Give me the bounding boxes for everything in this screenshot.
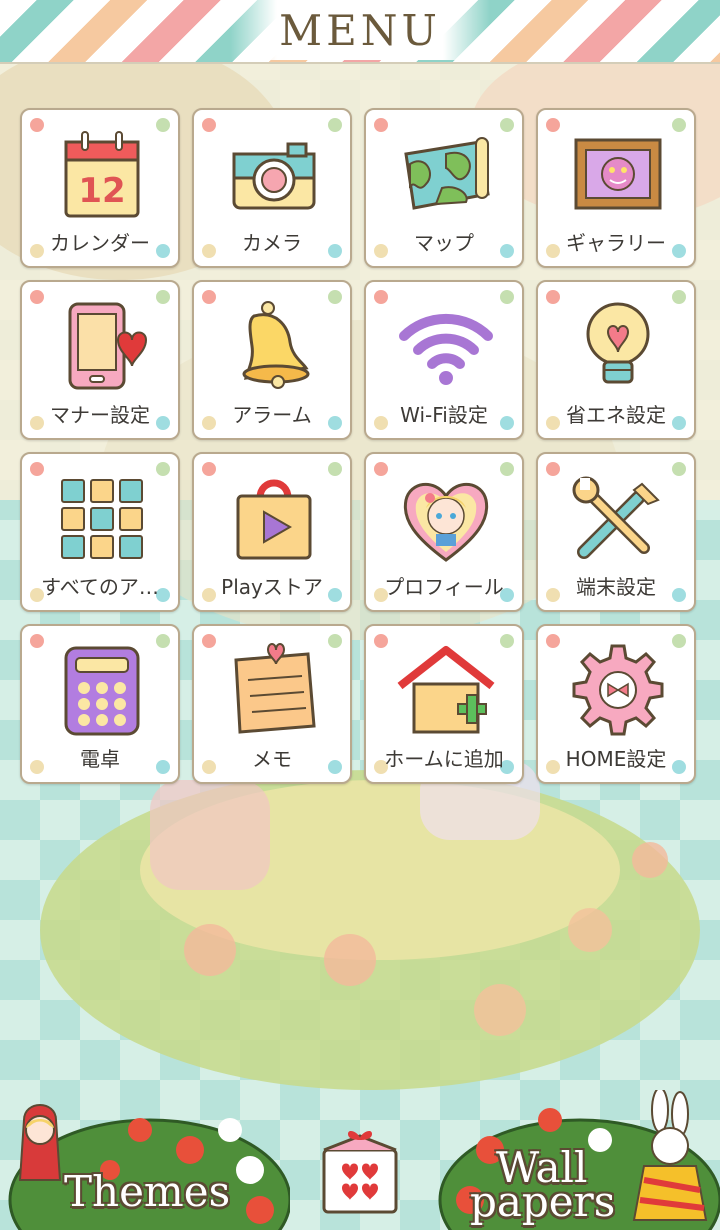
app-tile-gallery[interactable]: ギャラリー (536, 108, 696, 268)
decor-dot (30, 462, 44, 476)
app-label: メモ (252, 747, 292, 771)
decor-dot (202, 290, 216, 304)
app-label: Wi-Fi設定 (400, 403, 488, 427)
decor-dot (546, 634, 560, 648)
profile-icon (403, 482, 489, 562)
decor-dot (546, 462, 560, 476)
decor-dot (374, 634, 388, 648)
app-label: 電卓 (80, 747, 120, 771)
wifi-icon (399, 313, 493, 385)
decor-dot (374, 290, 388, 304)
app-tile-power-saving[interactable]: 省エネ設定 (536, 280, 696, 440)
decor-dot (30, 118, 44, 132)
app-label: マナー設定 (50, 403, 150, 427)
app-label: ホームに追加 (384, 747, 504, 771)
manner-mode-icon (68, 302, 148, 390)
home-settings-gear-icon (572, 644, 664, 736)
app-tile-calendar[interactable]: 12 カレンダー (20, 108, 180, 268)
decor-dot (546, 118, 560, 132)
app-tile-all-apps[interactable]: すべてのア… (20, 452, 180, 612)
calendar-icon: 12 (64, 131, 140, 218)
bottom-bar: Themes Wall papers (0, 1090, 720, 1230)
app-tile-home-settings[interactable]: HOME設定 (536, 624, 696, 784)
app-label: アラーム (232, 403, 312, 427)
header-title-plate: MENU (230, 0, 490, 60)
decor-dot (156, 290, 170, 304)
app-label: Playストア (221, 575, 323, 599)
app-grid-icon (61, 479, 143, 559)
decor-dot (328, 462, 342, 476)
play-store-icon (236, 479, 312, 560)
decor-dot (30, 290, 44, 304)
decor-dot (546, 290, 560, 304)
page-title: MENU (279, 6, 441, 55)
app-tile-calculator[interactable]: 電卓 (20, 624, 180, 784)
decor-dot (328, 118, 342, 132)
camera-icon (232, 142, 316, 210)
app-label: すべてのア… (41, 575, 159, 599)
decor-dot (672, 634, 686, 648)
app-label: ギャラリー (566, 231, 666, 255)
app-tile-memo[interactable]: メモ (192, 624, 352, 784)
decor-dot (156, 634, 170, 648)
decor-dot (500, 290, 514, 304)
memo-icon (234, 643, 316, 734)
app-tile-wifi[interactable]: Wi-Fi設定 (364, 280, 524, 440)
app-label: HOME設定 (565, 747, 667, 771)
header-bar: MENU (0, 0, 720, 64)
papers-label: papers (470, 1177, 616, 1226)
app-label: マップ (414, 231, 474, 255)
app-label: カレンダー (50, 231, 150, 255)
app-tile-device-settings[interactable]: 端末設定 (536, 452, 696, 612)
decor-dot (374, 118, 388, 132)
app-tile-manner-mode[interactable]: マナー設定 (20, 280, 180, 440)
alarm-bell-icon (242, 301, 310, 389)
add-home-icon (397, 646, 495, 734)
light-bulb-icon (586, 302, 650, 384)
app-label: 端末設定 (576, 575, 656, 599)
app-label: カメラ (242, 231, 302, 255)
themes-label: Themes (64, 1167, 231, 1216)
app-tile-alarm[interactable]: アラーム (192, 280, 352, 440)
gift-box-icon (322, 1131, 398, 1214)
decor-dot (672, 118, 686, 132)
decor-dot (328, 290, 342, 304)
tools-icon (572, 476, 660, 559)
decor-dot (374, 462, 388, 476)
app-tile-add-home[interactable]: ホームに追加 (364, 624, 524, 784)
decor-dot (672, 290, 686, 304)
decor-dot (202, 118, 216, 132)
decor-dot (156, 118, 170, 132)
decor-dot (202, 462, 216, 476)
decor-dot (156, 462, 170, 476)
app-tile-profile[interactable]: プロフィール (364, 452, 524, 612)
decor-dot (202, 634, 216, 648)
map-icon (404, 137, 490, 210)
calendar-date-text: 12 (78, 171, 125, 211)
app-tile-camera[interactable]: カメラ (192, 108, 352, 268)
app-tile-map[interactable]: マップ (364, 108, 524, 268)
app-label: プロフィール (384, 575, 504, 599)
decor-dot (30, 634, 44, 648)
decor-dot (328, 634, 342, 648)
decor-dot (500, 118, 514, 132)
gallery-icon (574, 138, 662, 210)
app-label: 省エネ設定 (566, 403, 666, 427)
decor-dot (500, 462, 514, 476)
gift-button[interactable] (318, 1128, 402, 1218)
decor-dot (500, 634, 514, 648)
app-tile-play-store[interactable]: Playストア (192, 452, 352, 612)
themes-button[interactable]: Themes (0, 1090, 290, 1230)
calculator-icon (64, 646, 140, 736)
decor-dot (672, 462, 686, 476)
wallpapers-button[interactable]: Wall papers (430, 1090, 720, 1230)
